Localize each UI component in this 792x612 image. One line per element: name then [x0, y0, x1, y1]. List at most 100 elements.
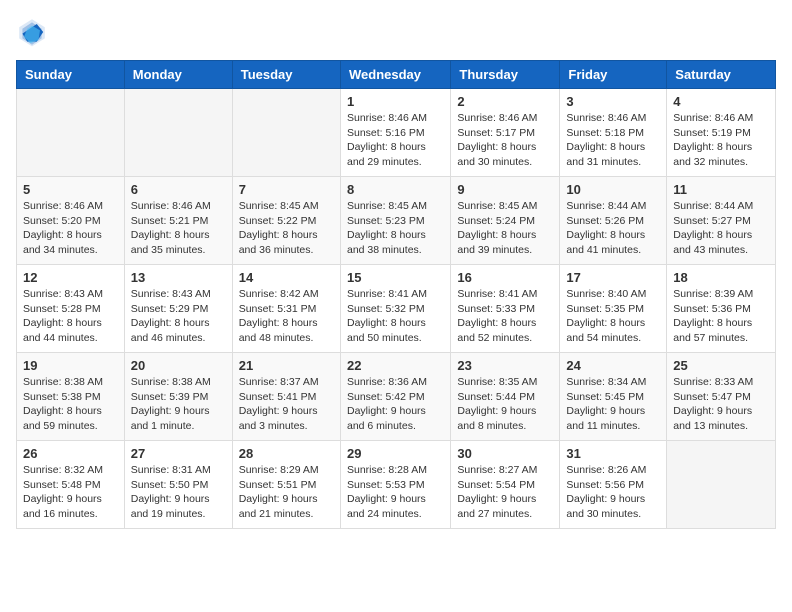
calendar-cell: 9 Sunrise: 8:45 AM Sunset: 5:24 PM Daylig… [451, 177, 560, 265]
day-number: 16 [457, 270, 553, 285]
calendar-cell: 29 Sunrise: 8:28 AM Sunset: 5:53 PM Dayli… [340, 441, 450, 529]
weekday-header: Friday [560, 61, 667, 89]
day-number: 11 [673, 182, 769, 197]
calendar-cell: 21 Sunrise: 8:37 AM Sunset: 5:41 PM Dayli… [232, 353, 340, 441]
weekday-header: Monday [124, 61, 232, 89]
calendar-cell: 27 Sunrise: 8:31 AM Sunset: 5:50 PM Dayli… [124, 441, 232, 529]
day-number: 24 [566, 358, 660, 373]
calendar-cell: 13Sunrise: 8:43 AM Sunset: 5:29 PM Dayli… [124, 265, 232, 353]
calendar-table: SundayMondayTuesdayWednesdayThursdayFrid… [16, 60, 776, 529]
day-info: Sunrise: 8:44 AM Sunset: 5:27 PM Dayligh… [673, 199, 769, 258]
day-number: 9 [457, 182, 553, 197]
calendar-cell: 15 Sunrise: 8:41 AM Sunset: 5:32 PM Dayli… [340, 265, 450, 353]
day-number: 22 [347, 358, 444, 373]
day-number: 28 [239, 446, 334, 461]
logo [16, 16, 52, 48]
calendar-week-row: 5Sunrise: 8:46 AM Sunset: 5:20 PM Daylig… [17, 177, 776, 265]
day-number: 5 [23, 182, 118, 197]
day-number: 8 [347, 182, 444, 197]
day-number: 7 [239, 182, 334, 197]
day-info: Sunrise: 8:29 AM Sunset: 5:51 PM Dayligh… [239, 463, 334, 522]
day-number: 21 [239, 358, 334, 373]
calendar-header-row: SundayMondayTuesdayWednesdayThursdayFrid… [17, 61, 776, 89]
day-number: 31 [566, 446, 660, 461]
day-number: 27 [131, 446, 226, 461]
calendar-cell: 22 Sunrise: 8:36 AM Sunset: 5:42 PM Dayli… [340, 353, 450, 441]
day-number: 26 [23, 446, 118, 461]
day-info: Sunrise: 8:36 AM Sunset: 5:42 PM Dayligh… [347, 375, 444, 434]
calendar-cell: 2 Sunrise: 8:46 AM Sunset: 5:17 PM Daylig… [451, 89, 560, 177]
day-info: Sunrise: 8:43 AM Sunset: 5:28 PM Dayligh… [23, 287, 118, 346]
calendar-week-row: 19 Sunrise: 8:38 AM Sunset: 5:38 PM Dayli… [17, 353, 776, 441]
weekday-header: Sunday [17, 61, 125, 89]
calendar-cell: 23Sunrise: 8:35 AM Sunset: 5:44 PM Dayli… [451, 353, 560, 441]
calendar-cell: 17 Sunrise: 8:40 AM Sunset: 5:35 PM Dayli… [560, 265, 667, 353]
day-number: 13 [131, 270, 226, 285]
day-number: 6 [131, 182, 226, 197]
calendar-cell [17, 89, 125, 177]
day-number: 29 [347, 446, 444, 461]
day-info: Sunrise: 8:38 AM Sunset: 5:38 PM Dayligh… [23, 375, 118, 434]
day-number: 10 [566, 182, 660, 197]
day-number: 30 [457, 446, 553, 461]
weekday-header: Thursday [451, 61, 560, 89]
day-number: 17 [566, 270, 660, 285]
calendar-cell: 5Sunrise: 8:46 AM Sunset: 5:20 PM Daylig… [17, 177, 125, 265]
day-number: 2 [457, 94, 553, 109]
day-info: Sunrise: 8:45 AM Sunset: 5:22 PM Dayligh… [239, 199, 334, 258]
calendar-cell: 7 Sunrise: 8:45 AM Sunset: 5:22 PM Daylig… [232, 177, 340, 265]
day-number: 15 [347, 270, 444, 285]
day-number: 4 [673, 94, 769, 109]
day-info: Sunrise: 8:44 AM Sunset: 5:26 PM Dayligh… [566, 199, 660, 258]
day-info: Sunrise: 8:34 AM Sunset: 5:45 PM Dayligh… [566, 375, 660, 434]
calendar-cell: 11 Sunrise: 8:44 AM Sunset: 5:27 PM Dayli… [667, 177, 776, 265]
calendar-cell [232, 89, 340, 177]
calendar-cell: 18Sunrise: 8:39 AM Sunset: 5:36 PM Dayli… [667, 265, 776, 353]
day-info: Sunrise: 8:40 AM Sunset: 5:35 PM Dayligh… [566, 287, 660, 346]
day-number: 23 [457, 358, 553, 373]
calendar-cell [667, 441, 776, 529]
calendar-cell: 1 Sunrise: 8:46 AM Sunset: 5:16 PM Daylig… [340, 89, 450, 177]
day-info: Sunrise: 8:38 AM Sunset: 5:39 PM Dayligh… [131, 375, 226, 434]
calendar-cell: 10 Sunrise: 8:44 AM Sunset: 5:26 PM Dayli… [560, 177, 667, 265]
day-info: Sunrise: 8:33 AM Sunset: 5:47 PM Dayligh… [673, 375, 769, 434]
day-number: 3 [566, 94, 660, 109]
logo-icon [16, 16, 48, 48]
day-info: Sunrise: 8:37 AM Sunset: 5:41 PM Dayligh… [239, 375, 334, 434]
day-info: Sunrise: 8:46 AM Sunset: 5:18 PM Dayligh… [566, 111, 660, 170]
day-number: 14 [239, 270, 334, 285]
calendar-cell: 6Sunrise: 8:46 AM Sunset: 5:21 PM Daylig… [124, 177, 232, 265]
calendar-week-row: 1 Sunrise: 8:46 AM Sunset: 5:16 PM Daylig… [17, 89, 776, 177]
weekday-header: Wednesday [340, 61, 450, 89]
calendar-cell: 14 Sunrise: 8:42 AM Sunset: 5:31 PM Dayli… [232, 265, 340, 353]
day-info: Sunrise: 8:46 AM Sunset: 5:16 PM Dayligh… [347, 111, 444, 170]
day-info: Sunrise: 8:31 AM Sunset: 5:50 PM Dayligh… [131, 463, 226, 522]
day-info: Sunrise: 8:45 AM Sunset: 5:23 PM Dayligh… [347, 199, 444, 258]
calendar-cell: 28 Sunrise: 8:29 AM Sunset: 5:51 PM Dayli… [232, 441, 340, 529]
calendar-cell: 12 Sunrise: 8:43 AM Sunset: 5:28 PM Dayli… [17, 265, 125, 353]
calendar-cell: 24 Sunrise: 8:34 AM Sunset: 5:45 PM Dayli… [560, 353, 667, 441]
day-info: Sunrise: 8:45 AM Sunset: 5:24 PM Dayligh… [457, 199, 553, 258]
weekday-header: Saturday [667, 61, 776, 89]
calendar-cell: 16Sunrise: 8:41 AM Sunset: 5:33 PM Dayli… [451, 265, 560, 353]
calendar-cell [124, 89, 232, 177]
page-header [16, 16, 776, 48]
calendar-cell: 25 Sunrise: 8:33 AM Sunset: 5:47 PM Dayli… [667, 353, 776, 441]
day-info: Sunrise: 8:42 AM Sunset: 5:31 PM Dayligh… [239, 287, 334, 346]
calendar-week-row: 12 Sunrise: 8:43 AM Sunset: 5:28 PM Dayli… [17, 265, 776, 353]
day-number: 12 [23, 270, 118, 285]
day-number: 19 [23, 358, 118, 373]
calendar-cell: 4 Sunrise: 8:46 AM Sunset: 5:19 PM Daylig… [667, 89, 776, 177]
calendar-cell: 30 Sunrise: 8:27 AM Sunset: 5:54 PM Dayli… [451, 441, 560, 529]
day-info: Sunrise: 8:28 AM Sunset: 5:53 PM Dayligh… [347, 463, 444, 522]
day-number: 25 [673, 358, 769, 373]
day-info: Sunrise: 8:27 AM Sunset: 5:54 PM Dayligh… [457, 463, 553, 522]
day-info: Sunrise: 8:46 AM Sunset: 5:17 PM Dayligh… [457, 111, 553, 170]
day-number: 18 [673, 270, 769, 285]
day-info: Sunrise: 8:41 AM Sunset: 5:32 PM Dayligh… [347, 287, 444, 346]
day-number: 20 [131, 358, 226, 373]
day-number: 1 [347, 94, 444, 109]
day-info: Sunrise: 8:46 AM Sunset: 5:19 PM Dayligh… [673, 111, 769, 170]
calendar-week-row: 26Sunrise: 8:32 AM Sunset: 5:48 PM Dayli… [17, 441, 776, 529]
weekday-header: Tuesday [232, 61, 340, 89]
